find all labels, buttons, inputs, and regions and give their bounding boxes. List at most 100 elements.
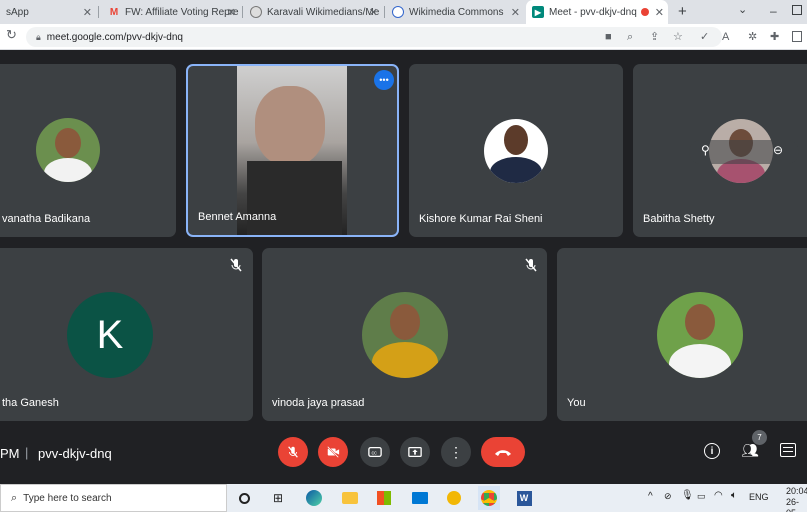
end-call-button[interactable] (481, 437, 525, 467)
tab-label: Karavali Wikimedians/Me (267, 6, 380, 18)
clock[interactable]: 20:04 26-05-20 (786, 486, 807, 512)
participant-name: vanatha Badikana (2, 213, 91, 225)
present-screen-icon (408, 446, 422, 458)
chrome-icon[interactable] (478, 486, 500, 510)
tray-volume-icon[interactable]: 🔈︎ (731, 490, 737, 501)
bookmark-star-icon[interactable]: ☆ (673, 29, 683, 45)
lock-icon[interactable]: 🔒︎ (36, 32, 41, 43)
svg-text:cc: cc (372, 451, 378, 457)
recording-icon (640, 8, 649, 16)
tray-chevron-icon[interactable]: ^ (648, 491, 653, 502)
task-view-icon[interactable] (234, 488, 254, 508)
check-extension-icon[interactable]: ✓ (700, 29, 709, 45)
close-tab-icon[interactable]: ✕ (511, 6, 520, 19)
camera-toggle-button[interactable] (318, 437, 348, 467)
tab-search-icon[interactable]: ⌄ (738, 3, 747, 16)
tab-label: FW: Affiliate Voting Repre (125, 6, 239, 18)
present-button[interactable] (400, 437, 430, 467)
zoom-icon[interactable]: ⌕ (627, 29, 633, 45)
more-options-button[interactable]: ••• (374, 70, 394, 90)
meet-icon: ▶ (532, 6, 544, 18)
hang-up-icon (495, 450, 511, 456)
tab-karavali[interactable]: Karavali Wikimedians/Me ✕ (244, 0, 382, 24)
store-icon[interactable] (374, 488, 394, 508)
word-icon[interactable]: W (514, 488, 534, 508)
maximize-icon[interactable] (792, 5, 802, 15)
app-icon[interactable] (444, 488, 464, 508)
remove-icon[interactable]: ⊖ (773, 143, 783, 157)
participant-tile[interactable]: ⚲ ⊖ Babitha Shetty (633, 64, 807, 237)
meeting-code: pvv-dkjv-dnq (38, 446, 112, 461)
widgets-icon[interactable]: ⊞ (268, 488, 288, 508)
gmail-icon: M (109, 6, 119, 18)
close-tab-icon[interactable]: ✕ (369, 6, 378, 19)
participant-name: tha Ganesh (2, 397, 59, 409)
tab-meet[interactable]: ▶ Meet - pvv-dkjv-dnq ✕ (526, 0, 668, 24)
captions-button[interactable]: cc (360, 437, 390, 467)
side-panel-icon[interactable] (792, 31, 802, 42)
tab-label: sApp (6, 6, 29, 18)
avatar (36, 118, 100, 182)
pin-icon[interactable]: ⚲ (701, 143, 710, 157)
tray-mic-icon[interactable]: 🎙︎ (681, 490, 694, 501)
participant-name: You (567, 397, 586, 409)
reload-icon[interactable]: ↻ (6, 27, 17, 43)
mic-toggle-button[interactable] (278, 437, 308, 467)
participant-tile[interactable]: Kishore Kumar Rai Sheni (409, 64, 623, 237)
participant-name: Kishore Kumar Rai Sheni (419, 213, 543, 225)
participant-name: vinoda jaya prasad (272, 397, 365, 409)
clock-time: 20:04 (786, 486, 807, 496)
minimize-icon[interactable]: – (770, 4, 777, 18)
extension-icon[interactable]: ✲ (748, 29, 757, 45)
participant-tile-self[interactable]: You (557, 248, 807, 421)
language-indicator[interactable]: ENG (749, 492, 769, 502)
mic-off-icon (288, 446, 298, 458)
tray-battery-icon[interactable]: ▭ (697, 491, 706, 502)
participant-tile[interactable]: K tha Ganesh (0, 248, 253, 421)
participant-tile[interactable]: vinoda jaya prasad (262, 248, 547, 421)
more-options-menu-button[interactable]: ⋮ (441, 437, 471, 467)
new-tab-button[interactable]: + (678, 3, 687, 20)
share-icon[interactable]: ⇪ (650, 29, 659, 45)
divider: | (25, 445, 29, 460)
close-tab-icon[interactable]: ✕ (227, 6, 236, 19)
chat-icon[interactable] (780, 443, 796, 457)
tab-strip: sApp ✕ M FW: Affiliate Voting Repre ✕ Ka… (0, 0, 807, 24)
mic-off-icon (230, 258, 242, 272)
participant-name: Bennet Amanna (198, 211, 277, 223)
tray-network-drive-icon[interactable]: ⊘ (664, 491, 672, 502)
meet-stage: vanatha Badikana ••• Bennet Amanna Kisho… (0, 50, 807, 480)
vertical-dots-icon: ⋮ (449, 444, 463, 460)
tab-whatsapp[interactable]: sApp ✕ (0, 0, 96, 24)
tab-commons[interactable]: Wikimedia Commons ✕ (386, 0, 524, 24)
meeting-info-icon[interactable]: i (704, 443, 720, 459)
tab-label: Wikimedia Commons (409, 6, 504, 18)
hover-controls: ⚲ ⊖ (689, 140, 799, 164)
mic-off-icon (525, 258, 537, 272)
participant-tile[interactable]: vanatha Badikana (0, 64, 176, 237)
windows-taskbar: ⌕ Type here to search ⊞ W ^ ⊘ 🎙︎ ▭ ◠ 🔈︎ … (0, 484, 807, 512)
commons-icon (392, 6, 404, 18)
url-text: meet.google.com/pvv-dkjv-dnq (46, 31, 183, 43)
search-placeholder: Type here to search (23, 492, 112, 504)
mail-icon[interactable] (410, 488, 430, 508)
tab-gmail[interactable]: M FW: Affiliate Voting Repre ✕ (102, 0, 240, 24)
close-tab-icon[interactable]: ✕ (655, 6, 664, 19)
avatar (484, 119, 548, 183)
participant-tile-active[interactable]: ••• Bennet Amanna (186, 64, 399, 237)
taskbar-search-box[interactable]: ⌕ Type here to search (0, 484, 227, 512)
extension-a-icon[interactable]: A (722, 29, 729, 45)
avatar (362, 292, 448, 378)
close-tab-icon[interactable]: ✕ (83, 6, 92, 19)
puzzle-icon[interactable]: ✚ (770, 29, 779, 45)
closed-captions-icon: cc (368, 446, 382, 458)
avatar-initial: K (96, 312, 124, 357)
edge-icon[interactable] (304, 488, 324, 508)
avatar (657, 292, 743, 378)
address-bar[interactable]: 🔒︎ meet.google.com/pvv-dkjv-dnq (26, 27, 722, 47)
meeting-time: PM (0, 446, 20, 461)
tray-wifi-icon[interactable]: ◠ (714, 490, 723, 501)
camera-icon[interactable]: ■ (605, 29, 612, 45)
file-explorer-icon[interactable] (340, 488, 360, 508)
participant-count-badge: 7 (752, 430, 767, 445)
